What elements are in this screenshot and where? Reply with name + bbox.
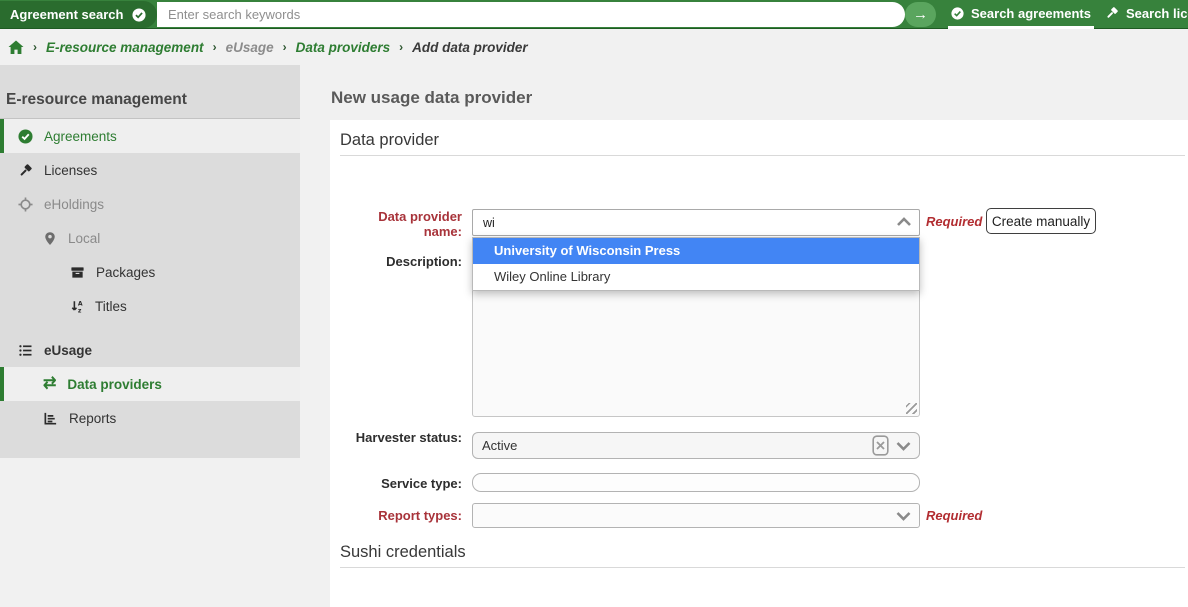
tab-search-licenses[interactable]: Search licenses <box>1102 0 1188 29</box>
sidebar-e-resource-management: E-resource management Agreements License… <box>0 65 300 458</box>
archive-box-icon <box>70 265 85 280</box>
sidebar-item-label: Reports <box>69 411 116 426</box>
sidebar-item-titles[interactable]: Az Titles <box>0 289 300 323</box>
tab-label: Search licenses <box>1126 6 1188 21</box>
report-types-label: Report types: <box>340 508 462 523</box>
breadcrumb-separator: › <box>399 40 403 54</box>
chevron-down-icon[interactable] <box>895 510 912 522</box>
section-divider <box>340 567 1185 568</box>
svg-text:z: z <box>78 307 82 314</box>
service-type-label: Service type: <box>340 476 462 491</box>
sidebar-item-packages[interactable]: Packages <box>0 255 300 289</box>
agreement-search-app-button[interactable]: Agreement search <box>0 1 157 28</box>
sidebar-item-label: eHoldings <box>44 197 104 212</box>
harvester-status-label: Harvester status: <box>340 430 462 445</box>
sidebar-item-label: Licenses <box>44 163 97 178</box>
home-icon[interactable] <box>8 40 24 55</box>
new-data-provider-form-panel: Data provider Data provider name: Requir… <box>330 120 1188 607</box>
sidebar-item-licenses[interactable]: Licenses <box>0 153 300 187</box>
breadcrumb-separator: › <box>283 40 287 54</box>
search-input[interactable] <box>157 2 905 27</box>
app-window: Agreement search → Search agreements Sea… <box>0 0 1188 607</box>
breadcrumb-add-data-provider: Add data provider <box>412 40 528 55</box>
create-manually-button[interactable]: Create manually <box>986 208 1096 234</box>
sidebar-item-data-providers[interactable]: ⇄ Data providers <box>0 367 300 401</box>
breadcrumb-e-resource-management[interactable]: E-resource management <box>46 40 204 55</box>
chevron-down-icon[interactable] <box>895 440 912 452</box>
breadcrumb-data-providers[interactable]: Data providers <box>296 40 391 55</box>
page-title: New usage data provider <box>331 88 532 108</box>
description-label: Description: <box>340 254 462 269</box>
swap-arrows-icon: ⇄ <box>43 376 56 392</box>
sidebar-item-reports[interactable]: Reports <box>0 401 300 435</box>
check-circle-icon <box>132 8 146 22</box>
harvester-status-value: Active <box>482 438 517 453</box>
gavel-icon <box>1105 6 1119 20</box>
required-note: Required <box>926 508 982 523</box>
sidebar-item-label: Data providers <box>67 377 162 392</box>
chevron-up-icon[interactable] <box>896 216 912 228</box>
section-title-sushi-credentials: Sushi credentials <box>340 543 466 562</box>
report-types-select[interactable] <box>472 503 920 528</box>
section-title-data-provider: Data provider <box>340 131 439 150</box>
breadcrumb-eusage[interactable]: eUsage <box>226 40 274 55</box>
tab-search-agreements[interactable]: Search agreements <box>948 0 1094 29</box>
sidebar-item-agreements[interactable]: Agreements <box>0 119 300 153</box>
sidebar-item-label: Local <box>68 231 100 246</box>
data-provider-name-input[interactable] <box>472 209 920 236</box>
harvester-status-select[interactable]: Active <box>472 432 920 459</box>
sidebar-group-gap <box>0 323 300 333</box>
breadcrumb: › E-resource management › eUsage › Data … <box>0 29 1188 65</box>
sidebar-item-label: eUsage <box>44 343 92 358</box>
top-search-bar: Agreement search → Search agreements Sea… <box>0 0 1188 29</box>
service-type-input[interactable] <box>472 473 920 492</box>
required-note: Required <box>926 214 982 229</box>
sidebar-item-label: Agreements <box>44 129 117 144</box>
app-button-label: Agreement search <box>10 7 123 22</box>
check-circle-icon <box>951 7 964 20</box>
gavel-icon <box>18 163 33 178</box>
check-circle-icon <box>18 129 33 144</box>
bar-chart-icon <box>43 411 58 426</box>
dropdown-option-university-of-wisconsin-press[interactable]: University of Wisconsin Press <box>473 238 919 264</box>
sidebar-item-eholdings[interactable]: eHoldings <box>0 187 300 221</box>
sort-alpha-icon: Az <box>70 299 84 314</box>
breadcrumb-separator: › <box>33 40 37 54</box>
sidebar-item-label: Packages <box>96 265 155 280</box>
svg-text:A: A <box>78 300 83 307</box>
clear-x-icon[interactable] <box>872 435 889 456</box>
sidebar-item-label: Titles <box>95 299 127 314</box>
arrow-right-icon: → <box>913 6 928 23</box>
sidebar-item-local[interactable]: Local <box>0 221 300 255</box>
map-pin-icon <box>43 231 57 246</box>
sidebar-title: E-resource management <box>0 65 300 119</box>
section-divider <box>340 155 1185 156</box>
tab-label: Search agreements <box>971 6 1091 21</box>
sidebar-item-eusage[interactable]: eUsage <box>0 333 300 367</box>
search-submit-button[interactable]: → <box>905 2 936 27</box>
provider-autocomplete-dropdown: University of Wisconsin Press Wiley Onli… <box>472 237 920 291</box>
crosshair-icon <box>18 197 33 212</box>
list-icon <box>18 343 33 358</box>
data-provider-name-label: Data provider name: <box>340 209 462 240</box>
breadcrumb-separator: › <box>213 40 217 54</box>
dropdown-option-wiley-online-library[interactable]: Wiley Online Library <box>473 264 919 290</box>
